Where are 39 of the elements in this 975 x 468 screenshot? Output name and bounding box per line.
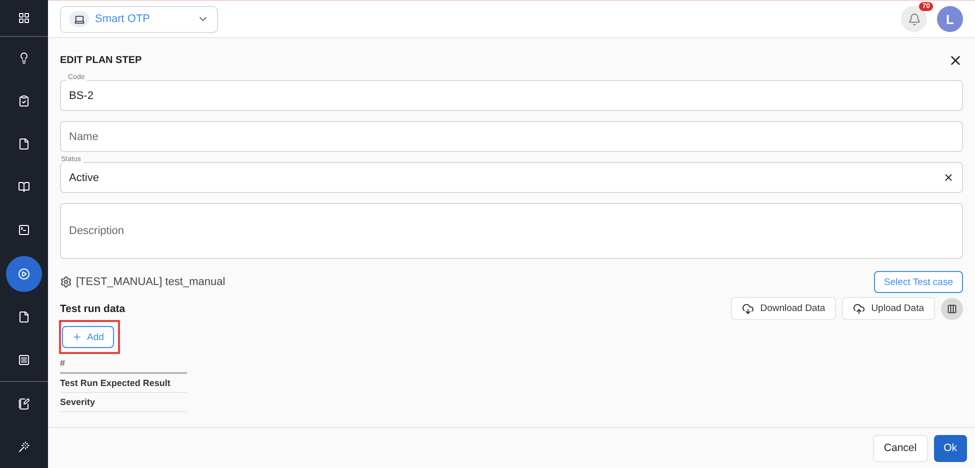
terminal-icon	[18, 224, 30, 236]
columns-button[interactable]	[941, 298, 963, 320]
bell-icon	[908, 12, 920, 26]
test-case-label: [TEST_MANUAL] test_manual	[76, 276, 226, 288]
book-icon	[18, 181, 30, 194]
wand-icon	[18, 440, 30, 453]
cancel-button[interactable]: Cancel	[872, 434, 928, 462]
download-data-button[interactable]: Download Data	[731, 297, 836, 320]
description-field[interactable]: Description	[60, 203, 963, 259]
play-icon	[18, 268, 30, 280]
section-title: Test run data	[60, 302, 126, 314]
clipboard-icon	[18, 95, 30, 108]
gear-icon	[60, 276, 72, 288]
input-field[interactable]: BS-2	[60, 80, 963, 111]
plus-icon	[72, 332, 82, 342]
file-icon	[18, 310, 30, 323]
select-test-case-button[interactable]: Select Test case	[874, 271, 963, 293]
column-header: #	[60, 354, 187, 374]
grid-icon	[18, 12, 30, 24]
avatar[interactable]: L	[937, 6, 963, 32]
sidebar-item[interactable]	[6, 256, 42, 292]
upload-icon	[853, 302, 866, 314]
file-icon	[18, 138, 30, 150]
notebook-icon	[18, 398, 30, 410]
dialog-title: EDIT PLAN STEP	[60, 54, 142, 66]
add-button[interactable]: Add	[62, 326, 114, 348]
columns-icon	[947, 304, 957, 314]
upload-data-button[interactable]: Upload Data	[842, 297, 935, 320]
lightbulb-icon	[18, 52, 30, 64]
column-header: Test Run Expected Result	[60, 374, 187, 393]
clear-icon	[943, 172, 954, 183]
download-icon	[742, 302, 754, 314]
column-header: Severity	[60, 393, 187, 412]
input-field[interactable]: Name	[60, 121, 963, 152]
project-selector[interactable]: Smart OTP	[60, 6, 218, 32]
laptop-icon	[69, 11, 89, 27]
list-icon	[18, 354, 30, 366]
ok-button[interactable]: Ok	[934, 434, 967, 462]
status-select[interactable]: Active	[60, 162, 963, 193]
